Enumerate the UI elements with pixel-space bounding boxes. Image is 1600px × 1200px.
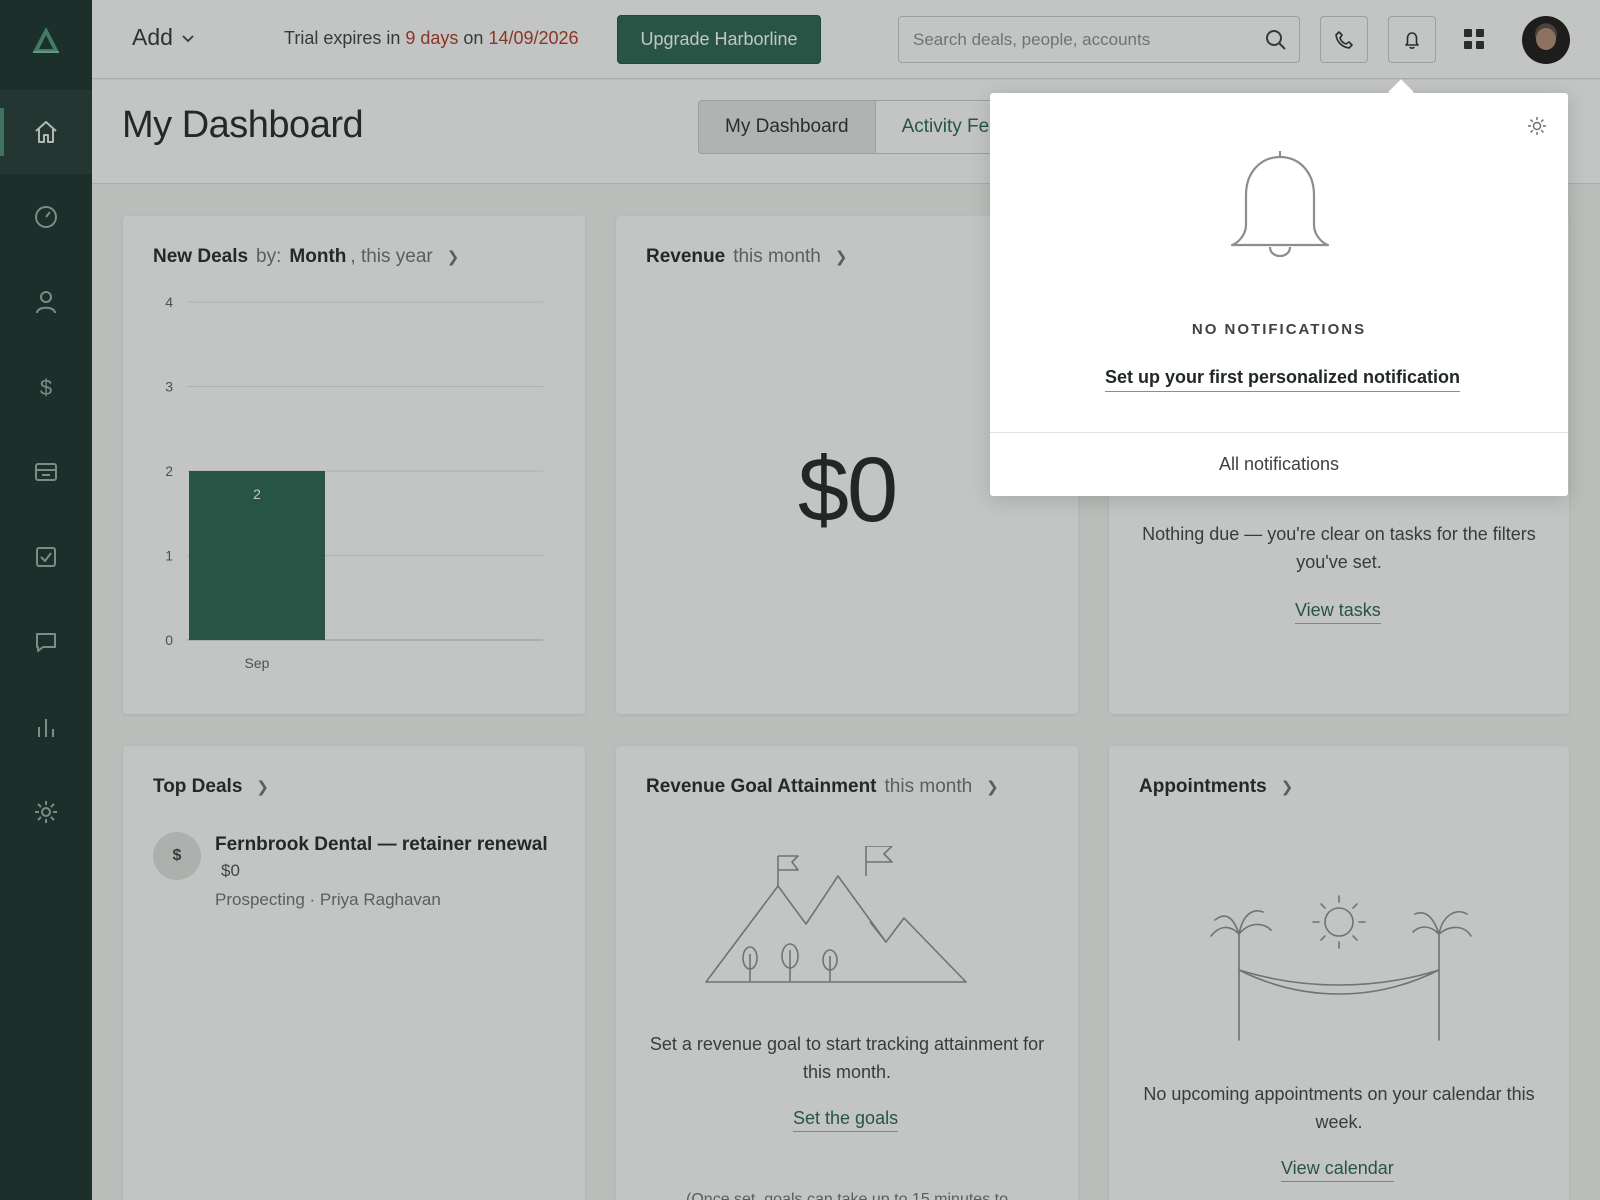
popover-divider [990, 432, 1568, 433]
all-notifications-link[interactable]: All notifications [990, 454, 1568, 475]
empty-bell-icon [1230, 151, 1330, 258]
no-notifications-heading: NO NOTIFICATIONS [1191, 321, 1367, 338]
notification-settings-icon[interactable] [1526, 115, 1548, 137]
notifications-popover: NO NOTIFICATIONS Set up your first perso… [990, 93, 1568, 496]
setup-notification-link[interactable]: Set up your first personalized notificat… [1105, 367, 1461, 392]
